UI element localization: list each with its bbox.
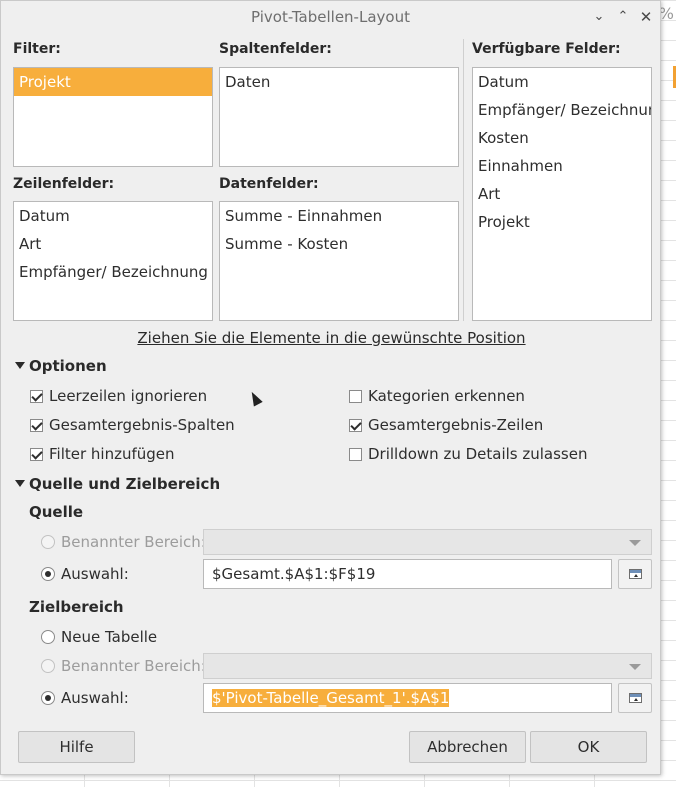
dest-shrink-button[interactable] bbox=[618, 683, 652, 713]
minimize-chevron-icon[interactable]: ⌄ bbox=[590, 8, 608, 26]
column-field-item[interactable]: Daten bbox=[220, 68, 458, 96]
checkbox-box bbox=[30, 447, 43, 461]
total-rows-checkbox[interactable]: Gesamtergebnis-Zeilen bbox=[349, 415, 543, 435]
filter-item[interactable]: Projekt bbox=[14, 68, 212, 96]
row-fields-listbox[interactable]: Datum Art Empfänger/ Bezeichnung bbox=[13, 201, 213, 321]
percent-format-icon: % bbox=[658, 4, 674, 23]
maximize-chevron-icon[interactable]: ⌃ bbox=[614, 8, 632, 26]
source-named-range-dropdown[interactable] bbox=[203, 529, 652, 555]
source-named-range-radio[interactable]: Benannter Bereich: bbox=[41, 531, 206, 553]
checkbox-box bbox=[30, 389, 43, 403]
available-field-item[interactable]: Projekt bbox=[473, 208, 651, 236]
filter-label: Filter: bbox=[13, 41, 61, 57]
source-selection-radio[interactable]: Auswahl: bbox=[41, 563, 129, 585]
titlebar: Pivot-Tabellen-Layout ⌄ ⌃ ✕ bbox=[1, 1, 660, 33]
source-shrink-button[interactable] bbox=[618, 559, 652, 589]
dest-selection-input[interactable]: $'Pivot-Tabelle_Gesamt_1'.$A$1 bbox=[203, 683, 612, 713]
expander-triangle-icon bbox=[15, 362, 25, 369]
available-field-item[interactable]: Empfänger/ Bezeichnung bbox=[473, 96, 651, 124]
dropdown-arrow-icon bbox=[629, 664, 641, 670]
data-field-item[interactable]: Summe - Kosten bbox=[220, 230, 458, 258]
column-fields-label: Spaltenfelder: bbox=[219, 41, 332, 57]
source-title: Quelle bbox=[29, 503, 84, 521]
column-fields-listbox[interactable]: Daten bbox=[219, 67, 459, 167]
row-field-item[interactable]: Empfänger/ Bezeichnung bbox=[14, 258, 212, 286]
detect-categories-checkbox[interactable]: Kategorien erkennen bbox=[349, 386, 525, 406]
close-icon[interactable]: ✕ bbox=[637, 8, 655, 26]
destination-title: Zielbereich bbox=[29, 598, 124, 616]
expander-triangle-icon bbox=[15, 480, 25, 487]
ignore-empty-rows-checkbox[interactable]: Leerzeilen ignorieren bbox=[30, 386, 207, 406]
dropdown-arrow-icon bbox=[629, 540, 641, 546]
help-button[interactable]: Hilfe bbox=[18, 731, 135, 763]
drag-hint: Ziehen Sie die Elemente in die gewünscht… bbox=[137, 329, 526, 347]
available-fields-label: Verfügbare Felder: bbox=[472, 41, 621, 57]
available-field-item[interactable]: Einnahmen bbox=[473, 152, 651, 180]
checkbox-box bbox=[349, 418, 362, 432]
dest-new-sheet-radio[interactable]: Neue Tabelle bbox=[41, 626, 157, 648]
checkbox-box bbox=[30, 418, 43, 432]
options-title: Optionen bbox=[29, 357, 107, 375]
row-field-item[interactable]: Datum bbox=[14, 202, 212, 230]
dest-named-range-dropdown[interactable] bbox=[203, 653, 652, 679]
add-filter-checkbox[interactable]: Filter hinzufügen bbox=[30, 444, 175, 464]
filter-listbox[interactable]: Projekt bbox=[13, 67, 213, 167]
radio-circle bbox=[41, 691, 55, 705]
dest-selection-radio[interactable]: Auswahl: bbox=[41, 687, 129, 709]
source-dest-title: Quelle und Zielbereich bbox=[29, 475, 221, 493]
radio-circle bbox=[41, 630, 55, 644]
allow-drilldown-checkbox[interactable]: Drilldown zu Details zulassen bbox=[349, 444, 588, 464]
options-expander[interactable]: Optionen bbox=[15, 357, 107, 375]
divider bbox=[463, 39, 464, 321]
row-fields-label: Zeilenfelder: bbox=[13, 176, 115, 192]
checkbox-box bbox=[349, 389, 362, 403]
shrink-dialog-icon bbox=[629, 569, 642, 579]
available-field-item[interactable]: Art bbox=[473, 180, 651, 208]
radio-circle bbox=[41, 535, 55, 549]
total-columns-checkbox[interactable]: Gesamtergebnis-Spalten bbox=[30, 415, 235, 435]
data-field-item[interactable]: Summe - Einnahmen bbox=[220, 202, 458, 230]
available-field-item[interactable]: Datum bbox=[473, 68, 651, 96]
available-field-item[interactable]: Kosten bbox=[473, 124, 651, 152]
data-fields-listbox[interactable]: Summe - Einnahmen Summe - Kosten bbox=[219, 201, 459, 321]
ok-button[interactable]: OK bbox=[530, 731, 647, 763]
radio-circle bbox=[41, 659, 55, 673]
data-fields-label: Datenfelder: bbox=[219, 176, 319, 192]
available-fields-listbox[interactable]: Datum Empfänger/ Bezeichnung Kosten Einn… bbox=[472, 67, 652, 321]
selected-text: $'Pivot-Tabelle_Gesamt_1'.$A$1 bbox=[212, 689, 450, 707]
dialog-title: Pivot-Tabellen-Layout bbox=[251, 8, 410, 26]
pivot-layout-dialog: Pivot-Tabellen-Layout ⌄ ⌃ ✕ Filter: Proj… bbox=[0, 0, 661, 775]
cancel-button[interactable]: Abbrechen bbox=[409, 731, 526, 763]
source-dest-expander[interactable]: Quelle und Zielbereich bbox=[15, 475, 220, 493]
shrink-dialog-icon bbox=[629, 693, 642, 703]
dest-named-range-radio[interactable]: Benannter Bereich: bbox=[41, 655, 206, 677]
checkbox-box bbox=[349, 447, 362, 461]
row-field-item[interactable]: Art bbox=[14, 230, 212, 258]
source-selection-input[interactable]: $Gesamt.$A$1:$F$19 bbox=[203, 559, 612, 589]
radio-circle bbox=[41, 567, 55, 581]
